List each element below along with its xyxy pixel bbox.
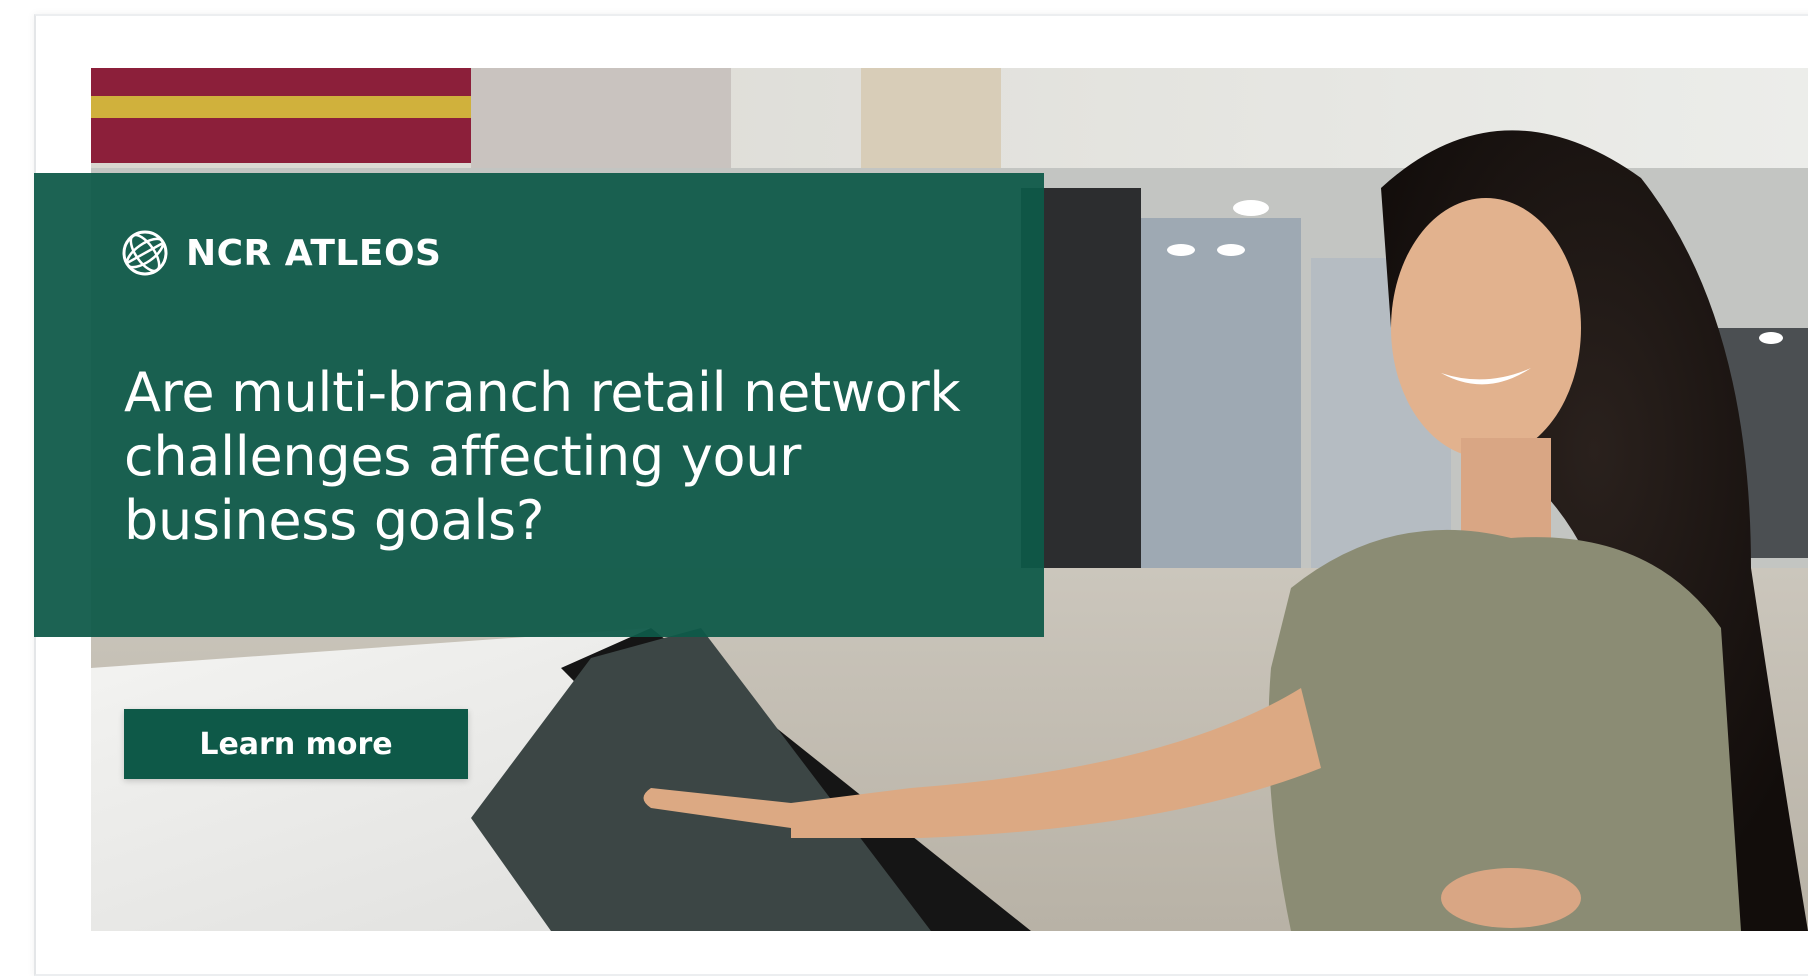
brand-name: NCR ATLEOS [186,232,442,274]
globe-logo-icon [122,230,168,276]
headline: Are multi-branch retail network challeng… [124,361,961,552]
headline-panel: NCR ATLEOS Are multi-branch retail netwo… [34,173,1044,637]
brand-logo: NCR ATLEOS [120,228,442,278]
learn-more-button[interactable]: Learn more [124,709,468,779]
